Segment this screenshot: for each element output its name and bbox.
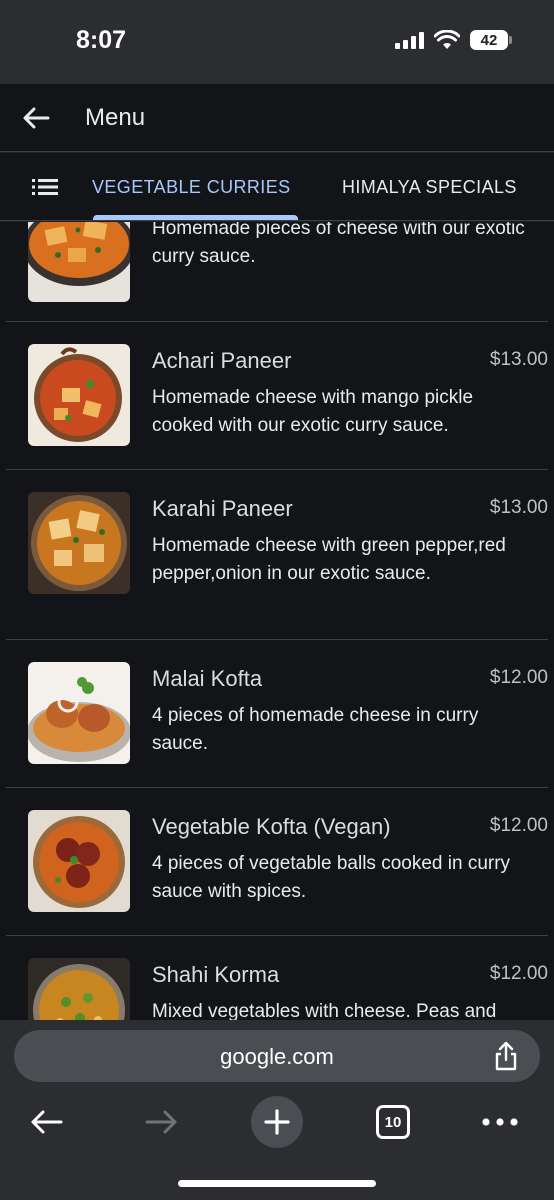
status-icons: 42 <box>395 30 512 50</box>
share-icon[interactable] <box>492 1041 520 1071</box>
arrow-left-icon <box>31 1110 63 1134</box>
item-price: $13.00 <box>489 497 548 518</box>
browser-toolbar: google.com 10 <box>0 1020 554 1200</box>
browser-forward-button[interactable] <box>140 1094 184 1150</box>
more-options-button[interactable] <box>480 1094 520 1150</box>
cellular-signal-icon <box>395 31 424 49</box>
page-title: Menu <box>85 104 146 131</box>
more-horizontal-icon <box>482 1118 518 1126</box>
new-tab-button[interactable] <box>251 1094 303 1150</box>
url-text: google.com <box>220 1044 334 1069</box>
item-price: $12.00 <box>489 963 548 984</box>
item-description: Homemade cheese with mango pickle cooked… <box>152 387 474 436</box>
dish-image <box>28 958 130 1020</box>
dish-image <box>28 222 130 302</box>
list-menu-icon[interactable] <box>32 178 58 196</box>
arrow-left-icon <box>23 107 50 129</box>
item-name: Shahi Korma <box>152 962 280 987</box>
dish-image <box>28 492 130 594</box>
tab-vegetable-curries[interactable]: VEGETABLE CURRIES <box>92 177 291 198</box>
item-description: Homemade cheese with green pepper,red pe… <box>152 535 506 584</box>
status-time: 8:07 <box>76 26 127 54</box>
menu-item[interactable]: Malai Kofta $12.00 4 pieces of homemade … <box>6 640 548 788</box>
item-name: Vegetable Kofta (Vegan) <box>152 814 391 839</box>
menu-item[interactable]: Shahi Korma $12.00 Mixed vegetables with… <box>6 936 548 1020</box>
home-indicator[interactable] <box>178 1180 376 1187</box>
battery-level: 42 <box>480 31 498 49</box>
menu-list: Homemade pieces of cheese with our exoti… <box>0 222 554 1020</box>
tab-switcher-button[interactable]: 10 <box>375 1094 411 1150</box>
plus-icon <box>264 1109 290 1135</box>
item-price: $13.00 <box>489 349 548 370</box>
menu-item[interactable]: Achari Paneer $13.00 Homemade cheese wit… <box>6 322 548 470</box>
dish-image <box>28 344 130 446</box>
item-price: $12.00 <box>489 815 548 836</box>
tab-count: 10 <box>376 1105 410 1139</box>
active-tab-indicator <box>93 215 298 220</box>
battery-icon: 42 <box>470 30 512 50</box>
menu-item[interactable]: Vegetable Kofta (Vegan) $12.00 4 pieces … <box>6 788 548 936</box>
item-name: Achari Paneer <box>152 348 292 373</box>
tab-himalya-specials[interactable]: HIMALYA SPECIALS <box>342 177 517 198</box>
menu-item[interactable]: Homemade pieces of cheese with our exoti… <box>6 222 548 322</box>
back-button[interactable] <box>18 100 54 136</box>
browser-back-button[interactable] <box>24 1094 68 1150</box>
menu-item[interactable]: Karahi Paneer $13.00 Homemade cheese wit… <box>6 470 548 640</box>
item-description: Mixed vegetables with cheese. Peas and <box>152 1001 497 1020</box>
item-name: Malai Kofta <box>152 666 263 691</box>
item-description: 4 pieces of homemade cheese in curry sau… <box>152 705 479 754</box>
item-name: Karahi Paneer <box>152 496 293 521</box>
address-bar[interactable]: google.com <box>14 1030 540 1082</box>
arrow-right-icon <box>145 1110 177 1134</box>
dish-image <box>28 662 130 764</box>
browser-nav-row: 10 <box>0 1094 554 1150</box>
item-description: Homemade pieces of cheese with our exoti… <box>152 222 525 267</box>
dish-image <box>28 810 130 912</box>
item-description: 4 pieces of vegetable balls cooked in cu… <box>152 853 511 902</box>
category-tabs: VEGETABLE CURRIES HIMALYA SPECIALS <box>0 153 554 221</box>
item-price: $12.00 <box>489 667 548 688</box>
status-bar: 8:07 42 <box>0 0 554 84</box>
app-bar: Menu <box>0 84 554 152</box>
wifi-icon <box>434 30 460 49</box>
